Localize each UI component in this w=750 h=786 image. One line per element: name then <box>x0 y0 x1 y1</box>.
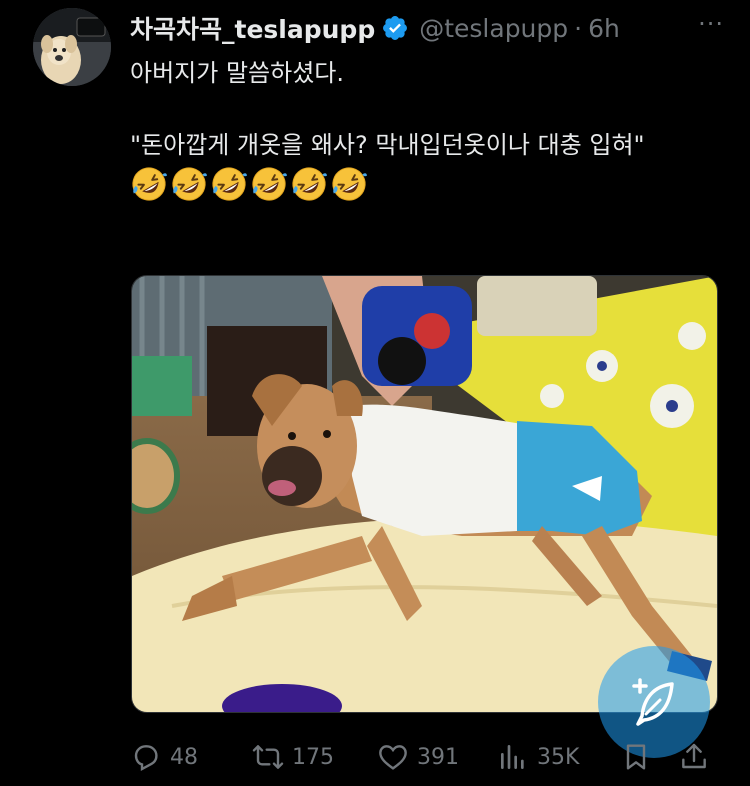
timestamp[interactable]: 6h <box>588 14 620 43</box>
avatar-image <box>33 8 111 86</box>
retweet-icon <box>252 745 284 769</box>
share-icon <box>682 743 706 769</box>
bookmark-button[interactable] <box>620 741 652 773</box>
retweet-count: 175 <box>292 744 334 770</box>
share-button[interactable] <box>678 741 710 773</box>
like-count: 391 <box>417 744 459 770</box>
photo-image <box>132 276 717 712</box>
handle[interactable]: @teslapupp <box>419 14 568 43</box>
separator-dot: · <box>574 13 583 43</box>
tweet-line-1: 아버지가 말씀하셨다. <box>130 59 344 87</box>
avatar[interactable] <box>33 8 111 86</box>
display-name[interactable]: 차곡차곡_teslapupp <box>130 10 375 46</box>
rolling-laughing-emoji-icon <box>132 167 168 201</box>
rolling-laughing-emoji-icon <box>212 167 248 201</box>
rolling-laughing-emoji-icon <box>252 167 288 201</box>
rolling-laughing-emoji-icon <box>172 167 208 201</box>
feather-plus-icon <box>632 678 674 726</box>
rolling-laughing-emoji-icon <box>332 167 368 201</box>
like-button[interactable]: 391 <box>377 741 459 773</box>
views-button[interactable]: 35K <box>497 741 579 773</box>
retweet-button[interactable]: 175 <box>252 741 334 773</box>
rolling-laughing-emoji-icon <box>292 167 328 201</box>
reply-button[interactable]: 48 <box>130 741 198 773</box>
reply-count: 48 <box>170 744 198 770</box>
more-options-icon[interactable]: ··· <box>698 10 724 38</box>
tweet-actions: 48 175 391 35K <box>130 735 720 779</box>
verified-badge-icon[interactable] <box>381 14 409 42</box>
heart-icon <box>379 745 407 770</box>
tweet-line-2: "돈아깝게 개옷을 왜사? 막내입던옷이나 대충 입혀" <box>130 131 645 159</box>
tweet-photo[interactable] <box>131 275 718 713</box>
views-chart-icon <box>501 745 524 769</box>
bookmark-icon <box>626 744 646 770</box>
tweet-text: 아버지가 말씀하셨다. "돈아깝게 개옷을 왜사? 막내입던옷이나 대충 입혀" <box>130 55 700 203</box>
emoji-row <box>130 165 700 203</box>
views-count: 35K <box>537 744 580 770</box>
reply-icon <box>134 745 158 772</box>
tweet-header: 차곡차곡_teslapupp @teslapupp · 6h ··· <box>130 10 730 46</box>
